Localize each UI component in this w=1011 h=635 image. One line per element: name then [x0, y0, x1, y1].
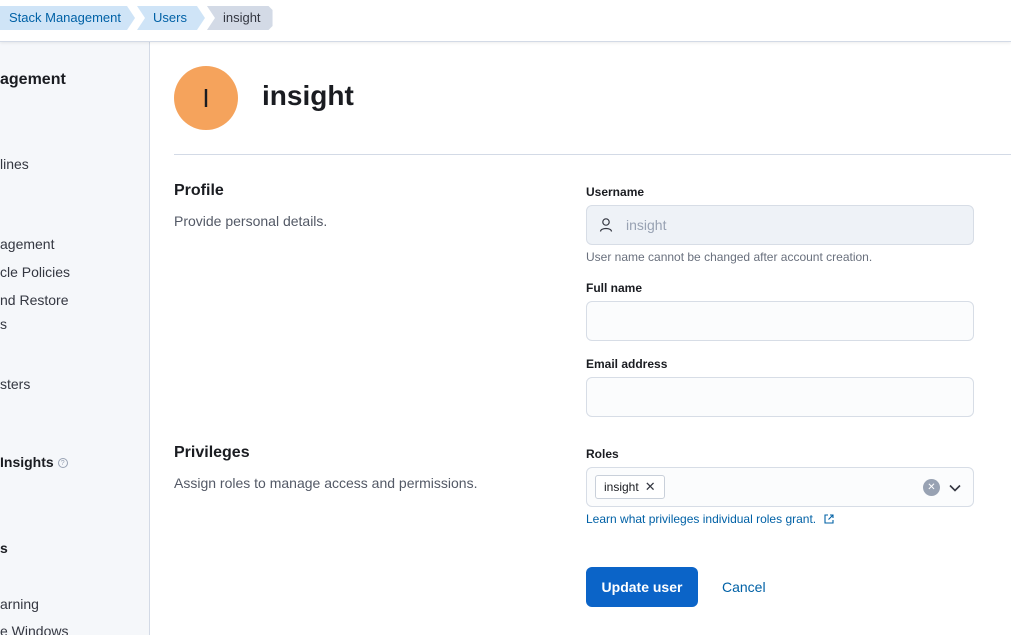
- learn-roles-link-text: Learn what privileges individual roles g…: [586, 512, 817, 526]
- fullname-label: Full name: [586, 281, 643, 295]
- sidebar-item-index-management[interactable]: agement: [0, 236, 54, 252]
- breadcrumb-current: insight: [207, 6, 273, 30]
- sidebar-item-snapshot-restore[interactable]: nd Restore: [0, 292, 68, 308]
- sidebar-section-alerts: s: [0, 540, 8, 556]
- role-chip: insight ✕: [595, 475, 665, 499]
- sidebar-item-maintenance-windows[interactable]: e Windows: [0, 623, 68, 635]
- sidebar: agement lines agement cle Policies nd Re…: [0, 42, 150, 635]
- username-label: Username: [586, 185, 645, 199]
- username-field-wrapper: [586, 205, 974, 245]
- sidebar-section-insights-label: Insights: [0, 454, 54, 470]
- roles-label: Roles: [586, 447, 619, 461]
- user-icon: [599, 218, 613, 232]
- divider: [174, 154, 1011, 155]
- sidebar-item-lifecycle-policies[interactable]: cle Policies: [0, 264, 70, 280]
- fullname-field-wrapper: [586, 301, 974, 341]
- chevron-down-icon[interactable]: [948, 481, 962, 495]
- profile-title: Profile: [174, 182, 224, 199]
- learn-roles-link[interactable]: Learn what privileges individual roles g…: [586, 512, 835, 526]
- sidebar-item-rollups[interactable]: s: [0, 316, 7, 332]
- top-header: Stack Management Users insight: [0, 0, 1011, 42]
- role-chip-label: insight: [604, 480, 639, 494]
- breadcrumb-users[interactable]: Users: [137, 6, 205, 30]
- clear-icon[interactable]: ✕: [923, 479, 940, 496]
- update-user-button[interactable]: Update user: [586, 567, 698, 607]
- sidebar-item-machine-learning[interactable]: arning: [0, 596, 39, 612]
- sidebar-section-insights: Insights?: [0, 454, 68, 470]
- fullname-input[interactable]: [587, 302, 973, 340]
- roles-combobox[interactable]: insight ✕ ✕: [586, 467, 974, 507]
- page-title: insight: [262, 80, 354, 111]
- email-field-wrapper: [586, 377, 974, 417]
- email-input[interactable]: [587, 378, 973, 416]
- username-input: [587, 206, 973, 244]
- breadcrumb: Stack Management Users insight: [0, 6, 275, 30]
- privileges-title: Privileges: [174, 444, 250, 461]
- main-content: I insight Profile Provide personal detai…: [150, 42, 1011, 635]
- avatar: I: [174, 66, 238, 130]
- external-link-icon: [824, 514, 835, 524]
- breadcrumb-stack-management[interactable]: Stack Management: [0, 6, 135, 30]
- sidebar-item-remote-clusters[interactable]: sters: [0, 376, 30, 392]
- cancel-button[interactable]: Cancel: [714, 567, 774, 607]
- username-help-text: User name cannot be changed after accoun…: [586, 250, 873, 264]
- sidebar-title: agement: [0, 71, 66, 88]
- email-label: Email address: [586, 357, 668, 371]
- sidebar-item-pipelines[interactable]: lines: [0, 156, 29, 172]
- profile-description: Provide personal details.: [174, 213, 328, 229]
- remove-role-icon[interactable]: ✕: [645, 476, 656, 498]
- help-icon[interactable]: ?: [57, 458, 68, 469]
- privileges-description: Assign roles to manage access and permis…: [174, 475, 478, 491]
